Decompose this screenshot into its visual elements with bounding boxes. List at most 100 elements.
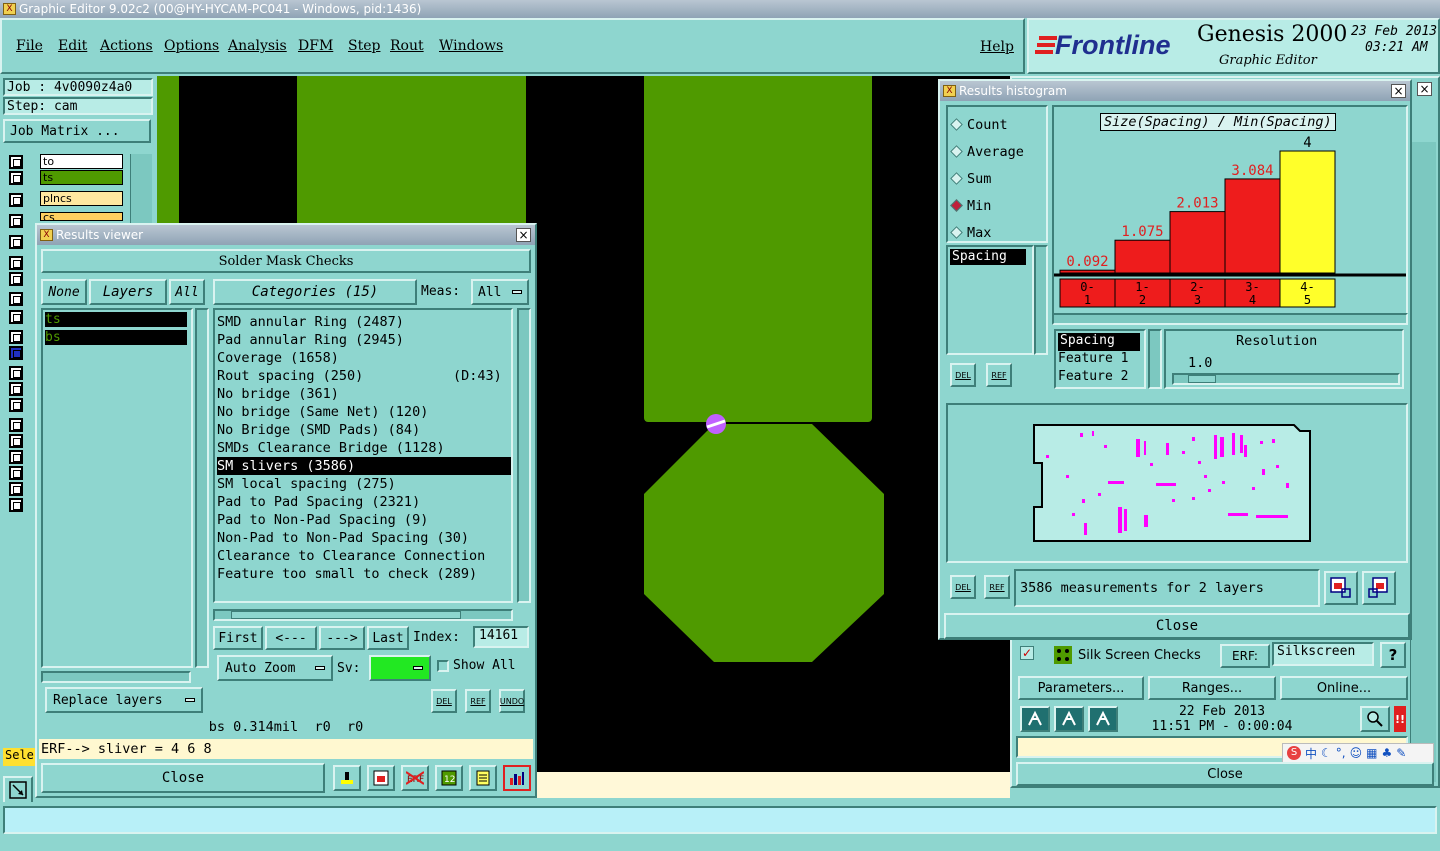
layer-toggle-icon[interactable] bbox=[9, 256, 23, 270]
menu-edit[interactable]: Edit bbox=[58, 38, 87, 54]
results-viewer-close-button[interactable]: Close bbox=[41, 763, 325, 793]
layer-toggle-icon[interactable] bbox=[9, 171, 23, 185]
menu-help[interactable]: Help bbox=[980, 39, 1014, 55]
histogram-close-button[interactable]: Close bbox=[944, 613, 1410, 639]
board-preview[interactable] bbox=[1032, 423, 1322, 547]
layer-toggle-icon[interactable] bbox=[9, 292, 23, 306]
layer-row-to[interactable]: to bbox=[40, 154, 123, 169]
first-button[interactable]: First bbox=[213, 626, 263, 650]
layers-hscrollbar[interactable] bbox=[41, 671, 191, 683]
option-count[interactable]: Count bbox=[950, 111, 1024, 138]
option-sum[interactable]: Sum bbox=[950, 165, 1024, 192]
prev-button[interactable]: <--- bbox=[265, 626, 317, 650]
stat-list-item[interactable]: Spacing bbox=[950, 249, 1026, 265]
alert-icon[interactable]: !! bbox=[1394, 706, 1406, 732]
stat-list-scrollbar[interactable] bbox=[1034, 245, 1048, 355]
layer-row-cs[interactable]: cs bbox=[40, 212, 123, 221]
layers-scrollbar[interactable] bbox=[195, 308, 209, 668]
category-item[interactable]: SMD annular Ring (2487) bbox=[217, 313, 511, 331]
categories-scrollbar[interactable] bbox=[517, 308, 531, 603]
category-item[interactable]: SM local spacing (275) bbox=[217, 475, 511, 493]
layer-toggle-icon[interactable] bbox=[9, 498, 23, 512]
preview-ref-button[interactable]: REF bbox=[984, 575, 1010, 599]
category-item[interactable]: Clearance to Clearance Connection bbox=[217, 547, 511, 565]
layer-toggle-icon[interactable] bbox=[9, 418, 23, 432]
category-item[interactable]: No bridge (361) bbox=[217, 385, 511, 403]
category-item[interactable]: No Bridge (SMD Pads) (84) bbox=[217, 421, 511, 439]
layer-list-item[interactable]: bs bbox=[45, 330, 187, 345]
resolution-slider[interactable] bbox=[1172, 373, 1400, 385]
parameters-button[interactable]: Parameters... bbox=[1018, 676, 1144, 700]
category-item[interactable]: No bridge (Same Net) (120) bbox=[217, 403, 511, 421]
checks-right-scrollbar[interactable] bbox=[1410, 142, 1436, 782]
hist-del-button[interactable]: DEL bbox=[950, 363, 976, 387]
menu-dfm[interactable]: DFM bbox=[298, 38, 333, 54]
menu-analysis[interactable]: Analysis bbox=[228, 38, 287, 54]
histogram-chart[interactable]: 0.0920-11.0751-22.0132-33.0843-444-5 bbox=[1054, 107, 1406, 319]
hscroll-thumb[interactable] bbox=[231, 611, 461, 619]
checks-close-icon[interactable]: × bbox=[1412, 80, 1434, 100]
last-button[interactable]: Last bbox=[367, 626, 409, 650]
report-icon-2[interactable] bbox=[367, 765, 395, 791]
export-icon-2[interactable] bbox=[1362, 571, 1396, 605]
layer-row-ts[interactable]: ts bbox=[40, 170, 123, 185]
feature-list[interactable]: Spacing Feature 1 Feature 2 bbox=[1054, 329, 1146, 389]
stat-list[interactable]: Spacing bbox=[946, 245, 1034, 355]
run-icon-2[interactable] bbox=[1054, 706, 1084, 732]
index-input[interactable]: 14161 bbox=[473, 626, 529, 648]
preview-del-button[interactable]: DEL bbox=[950, 575, 976, 599]
layers-button[interactable]: Layers bbox=[89, 279, 167, 305]
category-item[interactable]: Non-Pad to Non-Pad Spacing (30) bbox=[217, 529, 511, 547]
run-icon-3[interactable] bbox=[1088, 706, 1118, 732]
layer-toggle-icon[interactable] bbox=[9, 466, 23, 480]
layer-toggle-icon[interactable] bbox=[9, 272, 23, 286]
help-button[interactable]: ? bbox=[1380, 642, 1406, 668]
category-item[interactable]: Rout spacing (250) (D:43) bbox=[217, 367, 511, 385]
option-average[interactable]: Average bbox=[950, 138, 1024, 165]
menu-windows[interactable]: Windows bbox=[439, 38, 503, 54]
layer-list-item[interactable]: ts bbox=[45, 312, 187, 327]
layer-toggle-icon[interactable] bbox=[9, 366, 23, 380]
menu-actions[interactable]: Actions bbox=[100, 38, 153, 54]
layer-toggle-icon[interactable] bbox=[9, 214, 23, 228]
feature-list-scrollbar[interactable] bbox=[1148, 329, 1162, 389]
menu-step[interactable]: Step bbox=[348, 38, 380, 54]
categories-button[interactable]: Categories (15) bbox=[213, 279, 417, 305]
layers-list[interactable]: ts bs bbox=[41, 308, 193, 668]
window-titlebar[interactable]: X Graphic Editor 9.02c2 (00@HY-HYCAM-PC0… bbox=[0, 0, 1440, 18]
hist-ref-button[interactable]: REF bbox=[986, 363, 1012, 387]
layer-toggle-icon[interactable] bbox=[9, 482, 23, 496]
ref-button[interactable]: REF bbox=[465, 689, 491, 713]
none-button[interactable]: None bbox=[41, 279, 87, 305]
checks-close-button[interactable]: Close bbox=[1016, 762, 1434, 786]
ranges-button[interactable]: Ranges... bbox=[1148, 676, 1276, 700]
resolution-slider-thumb[interactable] bbox=[1188, 375, 1216, 383]
all-layers-button[interactable]: All bbox=[169, 279, 205, 305]
notes-icon[interactable] bbox=[469, 765, 497, 791]
feature-list-item[interactable]: Feature 1 bbox=[1058, 351, 1140, 369]
menu-rout[interactable]: Rout bbox=[390, 38, 424, 54]
chart-hscrollbar[interactable] bbox=[1052, 313, 1408, 325]
report-icon-1[interactable] bbox=[333, 765, 361, 791]
sv-color-select[interactable] bbox=[369, 655, 431, 681]
layer-toggle-icon[interactable] bbox=[9, 450, 23, 464]
category-item[interactable]: Pad to Non-Pad Spacing (9) bbox=[217, 511, 511, 529]
erf-value[interactable]: Silkscreen bbox=[1272, 642, 1374, 666]
close-icon[interactable]: × bbox=[1391, 84, 1406, 98]
close-icon[interactable]: × bbox=[516, 228, 531, 242]
layer-toggle-icon[interactable] bbox=[9, 310, 23, 324]
layer-toggle-icon[interactable] bbox=[9, 155, 23, 169]
zoom-tool-icon[interactable] bbox=[3, 776, 33, 804]
undo-button[interactable]: UNDO bbox=[499, 689, 525, 713]
layer-toggle-icon[interactable] bbox=[9, 434, 23, 448]
layer-toggle-icon[interactable] bbox=[9, 235, 23, 249]
online-button[interactable]: Online... bbox=[1280, 676, 1408, 700]
menu-options[interactable]: Options bbox=[164, 38, 219, 54]
results-viewer-titlebar[interactable]: X Results viewer × bbox=[37, 225, 535, 245]
category-item[interactable]: Feature too small to check (289) bbox=[217, 565, 511, 583]
zoom-results-icon[interactable] bbox=[1360, 706, 1390, 732]
ime-toolbar[interactable]: S 中 ☾ °, ☺ ▦ ♣ ✎ bbox=[1282, 743, 1434, 763]
category-item[interactable]: Pad to Pad Spacing (2321) bbox=[217, 493, 511, 511]
run-icon-1[interactable] bbox=[1020, 706, 1050, 732]
export-icon-1[interactable] bbox=[1324, 571, 1358, 605]
